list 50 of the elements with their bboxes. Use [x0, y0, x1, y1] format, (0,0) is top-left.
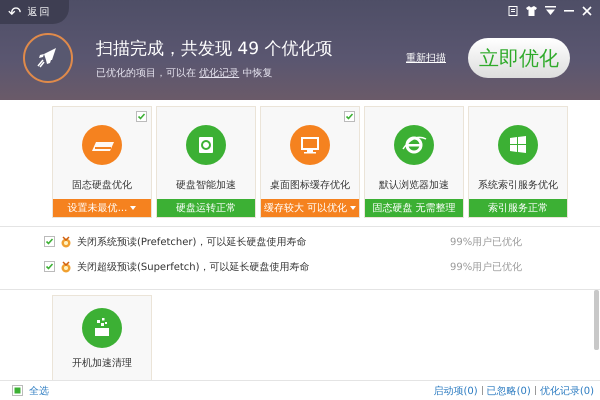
rocket-icon — [22, 32, 74, 84]
footer-link[interactable]: 优化记录(0) — [540, 384, 594, 398]
select-all-label[interactable]: 全选 — [29, 384, 49, 398]
optimize-button[interactable]: 立即优化 — [468, 38, 570, 78]
optimization-card[interactable]: 硬盘智能加速 硬盘运转正常 — [156, 106, 256, 218]
medal-icon — [60, 236, 72, 248]
status-text: 设置未最优... — [68, 202, 128, 215]
card-label: 默认浏览器加速 — [379, 178, 449, 192]
scan-result-subtitle: 已优化的项目，可以在 优化记录 中恢复 — [96, 66, 274, 80]
optimization-card[interactable]: 固态硬盘优化 设置未最优... — [52, 106, 152, 218]
optimization-card[interactable]: 默认浏览器加速 固态硬盘 无需整理 — [364, 106, 464, 218]
checkbox[interactable] — [344, 111, 355, 122]
card-label: 硬盘智能加速 — [176, 178, 236, 192]
status-text: 硬盘运转正常 — [176, 202, 236, 215]
item-text: 关闭系统预读(Prefetcher)，可以延长硬盘使用寿命 — [77, 236, 308, 248]
checkbox[interactable] — [12, 385, 23, 396]
card-label: 桌面图标缓存优化 — [270, 178, 350, 192]
card-label: 固态硬盘优化 — [72, 178, 132, 192]
status-text: 固态硬盘 无需整理 — [372, 202, 456, 215]
back-button[interactable]: ↶ 返回 — [0, 0, 70, 24]
feedback-icon — [508, 6, 518, 16]
item-stat: 99%用户已优化 — [450, 260, 522, 274]
checkbox[interactable] — [44, 261, 55, 272]
rescan-link[interactable]: 重新扫描 — [406, 51, 446, 65]
checkbox[interactable] — [44, 236, 55, 247]
footer-link[interactable]: 已忽略(0) — [486, 384, 531, 398]
item-stat: 99%用户已优化 — [450, 236, 522, 248]
medal-icon — [60, 260, 72, 272]
scrollbar[interactable] — [594, 290, 599, 350]
close-icon — [582, 6, 592, 16]
status-bar[interactable]: 设置未最优... — [53, 199, 151, 217]
status-text: 索引服务正常 — [488, 202, 548, 215]
optimization-card[interactable]: 系统索引服务优化 索引服务正常 — [468, 106, 568, 218]
minimize-icon — [564, 10, 574, 12]
scan-result-title: 扫描完成，共发现 49 个优化项 — [96, 38, 334, 60]
optimization-card[interactable]: 开机加速清理 — [52, 295, 152, 380]
item-text: 关闭超级预读(Superfetch)，可以延长硬盘使用寿命 — [77, 260, 311, 274]
footer-link[interactable]: 启动项(0) — [433, 384, 478, 398]
status-text: 缓存较大 可以优化 — [264, 202, 348, 215]
status-bar[interactable]: 硬盘运转正常 — [157, 199, 255, 217]
card-label: 系统索引服务优化 — [478, 178, 558, 192]
status-bar[interactable]: 索引服务正常 — [469, 199, 567, 217]
status-bar[interactable]: 缓存较大 可以优化 — [261, 199, 359, 217]
checkbox[interactable] — [136, 111, 147, 122]
optimization-card[interactable]: 桌面图标缓存优化 缓存较大 可以优化 — [260, 106, 360, 218]
history-link[interactable]: 优化记录 — [199, 68, 240, 78]
card-label: 开机加速清理 — [72, 356, 132, 370]
status-bar[interactable]: 固态硬盘 无需整理 — [365, 199, 463, 217]
shirt-icon — [526, 6, 537, 16]
menu-icon — [545, 6, 556, 16]
